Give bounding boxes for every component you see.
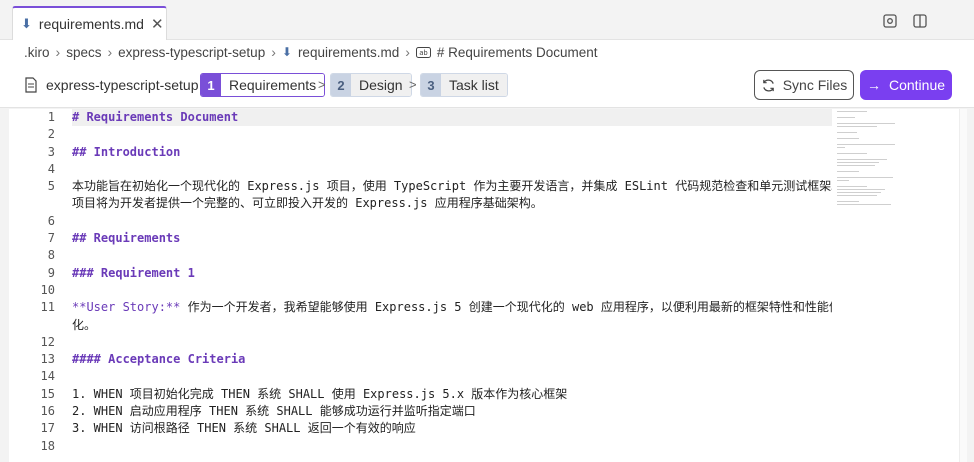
code-line[interactable]: **User Story:** 作为一个开发者，我希望能够使用 Express.…: [72, 299, 832, 316]
line-number: 11: [40, 300, 55, 315]
chevron-right-icon: >: [409, 77, 417, 92]
line-number: 1: [47, 110, 55, 124]
line-number: 17: [40, 421, 55, 436]
close-icon[interactable]: ✕: [151, 15, 164, 33]
breadcrumb-item[interactable]: .kiro: [24, 45, 50, 60]
chevron-right-icon: >: [318, 77, 326, 92]
code-line[interactable]: [72, 368, 832, 385]
code-line[interactable]: ## Introduction: [72, 144, 832, 161]
spec-name-label: express-typescript-setup: [46, 77, 199, 93]
code-line[interactable]: 1. WHEN 项目初始化完成 THEN 系统 SHALL 使用 Express…: [72, 386, 832, 403]
code-line[interactable]: 化。: [72, 317, 832, 334]
step-label: Design: [351, 74, 411, 96]
line-number-gutter: 1 2 3 4 5 6 7 8 9 10 11 12 13 14 15 16 17 18: [9, 109, 59, 455]
line-number: 5: [47, 179, 55, 194]
open-preview-icon[interactable]: [882, 13, 898, 29]
symbol-icon: ab: [415, 46, 431, 58]
step-design[interactable]: 2 Design: [330, 73, 412, 97]
sync-icon: [762, 78, 774, 92]
code-line[interactable]: 本功能旨在初始化一个现代化的 Express.js 项目，使用 TypeScri…: [72, 178, 832, 195]
line-number: 3: [47, 144, 55, 159]
code-line[interactable]: [72, 334, 832, 351]
breadcrumb-item[interactable]: specs: [66, 45, 101, 60]
continue-label: Continue: [888, 77, 946, 93]
code-line[interactable]: [72, 161, 832, 178]
chevron-right-icon: ›: [405, 44, 410, 60]
line-number: 14: [40, 369, 55, 384]
code-line[interactable]: [72, 126, 832, 143]
step-label: Task list: [441, 74, 507, 96]
code-line[interactable]: ### Requirement 1: [72, 265, 832, 282]
minimap[interactable]: [837, 111, 897, 241]
markdown-editor[interactable]: 1 2 3 4 5 6 7 8 9 10 11 12 13 14 15 16 17 18 # Requiremen…: [9, 109, 967, 462]
line-number: 15: [40, 386, 55, 401]
code-line[interactable]: ## Requirements: [72, 230, 832, 247]
continue-button[interactable]: → Continue: [860, 70, 952, 100]
spec-name: express-typescript-setup: [24, 77, 199, 93]
code-line[interactable]: [72, 282, 832, 299]
breadcrumb-item[interactable]: # Requirements Document: [437, 45, 598, 60]
step-number: 1: [201, 74, 221, 96]
editor-actions: [882, 13, 928, 29]
code-line[interactable]: [72, 438, 832, 455]
line-text: 作为一个开发者，我希望能够使用 Express.js 5 创建一个现代化的 we…: [180, 300, 832, 315]
breadcrumb-item[interactable]: requirements.md: [298, 45, 399, 60]
markdown-file-icon: ⬇: [281, 45, 292, 59]
code-line[interactable]: [72, 247, 832, 264]
line-number: 2: [47, 127, 55, 142]
step-task-list[interactable]: 3 Task list: [420, 73, 508, 97]
code-line[interactable]: 项目将为开发者提供一个完整的、可立即投入开发的 Express.js 应用程序基…: [72, 195, 832, 212]
step-number: 3: [421, 74, 441, 96]
line-number: 10: [40, 282, 55, 297]
code-line[interactable]: [72, 213, 832, 230]
breadcrumb-item[interactable]: express-typescript-setup: [118, 45, 265, 60]
code-line[interactable]: # Requirements Document: [72, 109, 832, 127]
line-number: 12: [40, 334, 55, 349]
spec-icon: [25, 77, 37, 93]
line-number: 13: [40, 352, 55, 367]
vertical-scrollbar[interactable]: [959, 109, 967, 462]
line-number: 4: [47, 161, 55, 176]
line-number: [9, 195, 59, 212]
chevron-right-icon: ›: [55, 44, 61, 60]
line-number: [9, 317, 59, 334]
line-number: 7: [47, 231, 55, 246]
line-number: 9: [47, 265, 55, 280]
line-number: 6: [47, 213, 55, 228]
code-area[interactable]: # Requirements Document ## Introduction …: [72, 109, 832, 455]
line-number: 16: [40, 404, 55, 419]
spec-stepper-bar: express-typescript-setup 1 Requirements …: [0, 64, 974, 108]
code-line[interactable]: 3. WHEN 访问根路径 THEN 系统 SHALL 返回一个有效的响应: [72, 420, 832, 437]
svg-text:ab: ab: [419, 49, 427, 57]
chevron-right-icon: ›: [271, 44, 276, 60]
arrow-right-icon: →: [866, 77, 881, 93]
code-line[interactable]: 2. WHEN 启动应用程序 THEN 系统 SHALL 能够成功运行并监听指定…: [72, 403, 832, 420]
split-editor-icon[interactable]: [912, 13, 928, 29]
chevron-right-icon: ›: [107, 44, 113, 60]
breadcrumb: .kiro › specs › express-typescript-setup…: [0, 40, 974, 64]
step-requirements[interactable]: 1 Requirements: [200, 73, 326, 97]
step-label: Requirements: [221, 74, 325, 96]
step-number: 2: [331, 74, 351, 96]
line-number: 8: [47, 248, 55, 263]
bold-markup: **User Story:**: [72, 300, 181, 315]
markdown-file-icon: ⬇: [21, 16, 32, 31]
code-line[interactable]: #### Acceptance Criteria: [72, 351, 832, 368]
sync-files-button[interactable]: Sync Files: [754, 70, 854, 100]
tab-bar: ⬇ requirements.md ✕: [0, 0, 974, 40]
tab-label: requirements.md: [38, 16, 144, 32]
tab-requirements-md[interactable]: ⬇ requirements.md ✕: [12, 6, 167, 40]
line-number: 18: [40, 438, 55, 453]
sync-files-label: Sync Files: [782, 77, 848, 93]
